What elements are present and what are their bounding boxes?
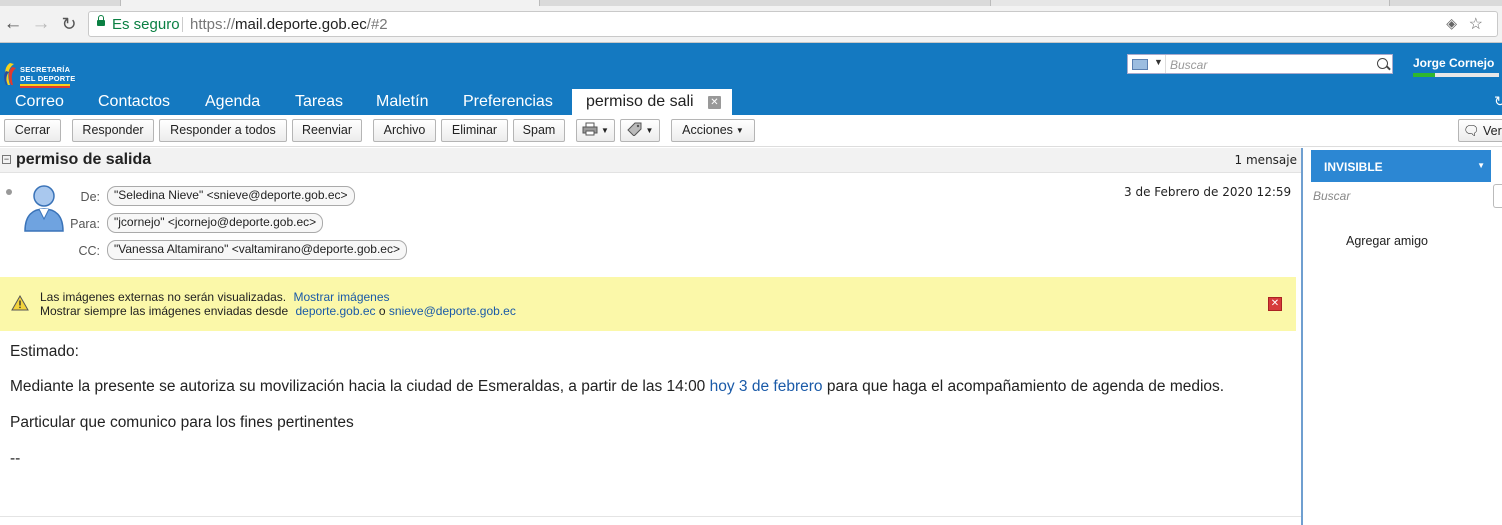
app-header: SECRETARÍA DEL DEPORTE ▼ Jorge Cornejo C… xyxy=(0,43,1502,115)
body-text: para que haga el acompañamiento de agend… xyxy=(826,378,1225,395)
read-status-dot[interactable] xyxy=(6,189,12,195)
printer-icon xyxy=(582,122,598,136)
actions-dropdown[interactable]: Acciones ▼ xyxy=(671,119,755,142)
logo-line2: DEL DEPORTE xyxy=(20,74,76,83)
tag-button[interactable]: ▼ xyxy=(620,119,660,142)
tab-agenda[interactable]: Agenda xyxy=(205,93,260,111)
archive-button[interactable]: Archivo xyxy=(373,119,436,142)
add-friend-link[interactable]: Agregar amigo xyxy=(1346,234,1428,248)
external-images-warning: Las imágenes externas no serán visualiza… xyxy=(0,277,1296,331)
close-button[interactable]: Cerrar xyxy=(4,119,61,142)
cc-label: CC: xyxy=(78,244,100,258)
forward-arrow-icon[interactable]: → xyxy=(30,13,52,35)
from-address[interactable]: "Seledina Nieve" <snieve@deporte.gob.ec> xyxy=(107,186,355,206)
quota-bar xyxy=(1413,73,1499,77)
address-separator xyxy=(182,17,183,32)
view-button[interactable]: 🗨 Ver xyxy=(1458,119,1502,142)
view-label: Ver xyxy=(1483,124,1502,138)
tab-contactos[interactable]: Contactos xyxy=(98,93,170,111)
chat-search-button[interactable] xyxy=(1493,184,1502,208)
body-paragraph: Mediante la presente se autoriza su movi… xyxy=(10,378,1224,396)
to-label: Para: xyxy=(70,217,100,231)
from-label: De: xyxy=(80,190,100,204)
security-label: Es seguro xyxy=(112,16,180,33)
tab-message-label: permiso de sali xyxy=(586,93,694,110)
warning-text-2: Mostrar siempre las imágenes enviadas de… xyxy=(40,304,289,318)
chat-status-dropdown[interactable]: INVISIBLE ▼ xyxy=(1311,150,1491,182)
cc-address[interactable]: "Vanessa Altamirano" <valtamirano@deport… xyxy=(107,240,407,260)
message-count: 1 mensaje xyxy=(1234,153,1297,167)
message-date: 3 de Febrero de 2020 12:59 xyxy=(1124,185,1292,199)
chevron-down-icon: ▼ xyxy=(735,126,744,135)
collapse-icon[interactable]: − xyxy=(2,155,11,164)
print-button[interactable]: ▼ xyxy=(576,119,615,142)
url-domain: mail.deporte.gob.ec xyxy=(235,16,367,33)
warning-line2: Mostrar siempre las imágenes enviadas de… xyxy=(40,304,516,318)
body-signature: -- xyxy=(10,450,21,467)
date-link[interactable]: hoy 3 de febrero xyxy=(710,378,823,395)
body-paragraph: Particular que comunico para los fines p… xyxy=(10,414,354,431)
logo-mark-icon xyxy=(4,63,16,85)
back-arrow-icon[interactable]: ← xyxy=(2,13,24,35)
browser-toolbar: ← → ↻ Es seguro https://mail.deporte.gob… xyxy=(0,6,1502,43)
bookmark-star-icon[interactable]: ☆ xyxy=(1469,14,1483,34)
search-type-dropdown[interactable]: ▼ xyxy=(1128,55,1166,73)
body-greeting: Estimado: xyxy=(10,343,79,360)
conversation-header: − permiso de salida 1 mensaje xyxy=(0,148,1301,173)
forward-button[interactable]: Reenviar xyxy=(292,119,362,142)
tab-preferencias[interactable]: Preferencias xyxy=(463,93,553,111)
tab-message[interactable]: permiso de sali ✕ xyxy=(572,89,732,115)
reply-button[interactable]: Responder xyxy=(72,119,154,142)
logo: SECRETARÍA DEL DEPORTE xyxy=(2,51,82,88)
warning-line1: Las imágenes externas no serán visualiza… xyxy=(40,290,390,304)
chevron-down-icon: ▼ xyxy=(645,126,654,135)
tag-icon xyxy=(626,122,642,137)
delete-button[interactable]: Eliminar xyxy=(441,119,508,142)
chat-panel: INVISIBLE ▼ Buscar Agregar amigo xyxy=(1303,148,1502,525)
close-icon[interactable]: ✕ xyxy=(708,96,721,109)
warning-text: Las imágenes externas no serán visualiza… xyxy=(40,290,287,304)
url-text[interactable]: https://mail.deporte.gob.ec/#2 xyxy=(190,16,388,33)
logo-line1: SECRETARÍA xyxy=(20,65,71,74)
search-icon[interactable] xyxy=(1377,58,1388,69)
refresh-icon[interactable]: ↻ xyxy=(1494,93,1502,110)
chat-status-label: INVISIBLE xyxy=(1324,160,1383,174)
lock-icon xyxy=(97,15,105,26)
speech-bubble-icon: 🗨 xyxy=(1463,123,1480,138)
body-text: Mediante la presente se autoriza su movi… xyxy=(10,378,706,395)
trust-domain-link[interactable]: deporte.gob.ec xyxy=(295,304,375,318)
quota-fill xyxy=(1413,73,1435,77)
avatar xyxy=(24,185,64,232)
user-name[interactable]: Jorge Cornejo xyxy=(1413,56,1494,70)
reply-all-button[interactable]: Responder a todos xyxy=(159,119,287,142)
chevron-down-icon: ▼ xyxy=(1477,161,1485,170)
extension-icon[interactable]: ◈ xyxy=(1446,15,1457,32)
body-divider xyxy=(0,516,1301,517)
envelope-icon xyxy=(1132,59,1148,70)
tab-correo[interactable]: Correo xyxy=(15,93,64,111)
search-box: ▼ xyxy=(1127,54,1393,74)
app-tabs: Correo Contactos Agenda Tareas Maletín P… xyxy=(0,88,1502,115)
url-path: /#2 xyxy=(366,16,388,33)
address-bar[interactable]: Es seguro https://mail.deporte.gob.ec/#2… xyxy=(88,11,1498,37)
warning-or: o xyxy=(378,304,386,318)
to-address[interactable]: "jcornejo" <jcornejo@deporte.gob.ec> xyxy=(107,213,324,233)
search-input[interactable] xyxy=(1170,57,1370,72)
close-warning-icon[interactable]: ✕ xyxy=(1268,297,1282,311)
actions-label: Acciones xyxy=(682,123,733,137)
chevron-down-icon: ▼ xyxy=(601,126,609,135)
reload-icon[interactable]: ↻ xyxy=(58,13,80,35)
message-toolbar: Cerrar Responder Responder a todos Reenv… xyxy=(0,115,1502,147)
url-scheme: https:// xyxy=(190,16,236,33)
trust-sender-link[interactable]: snieve@deporte.gob.ec xyxy=(389,304,516,318)
chevron-down-icon: ▼ xyxy=(1154,57,1163,67)
tab-tareas[interactable]: Tareas xyxy=(295,93,343,111)
tab-maletin[interactable]: Maletín xyxy=(376,93,428,111)
warning-icon xyxy=(11,295,29,311)
spam-button[interactable]: Spam xyxy=(513,119,565,142)
show-images-link[interactable]: Mostrar imágenes xyxy=(293,290,389,304)
conversation-title: permiso de salida xyxy=(16,151,152,168)
chat-search-input[interactable]: Buscar xyxy=(1313,189,1350,203)
